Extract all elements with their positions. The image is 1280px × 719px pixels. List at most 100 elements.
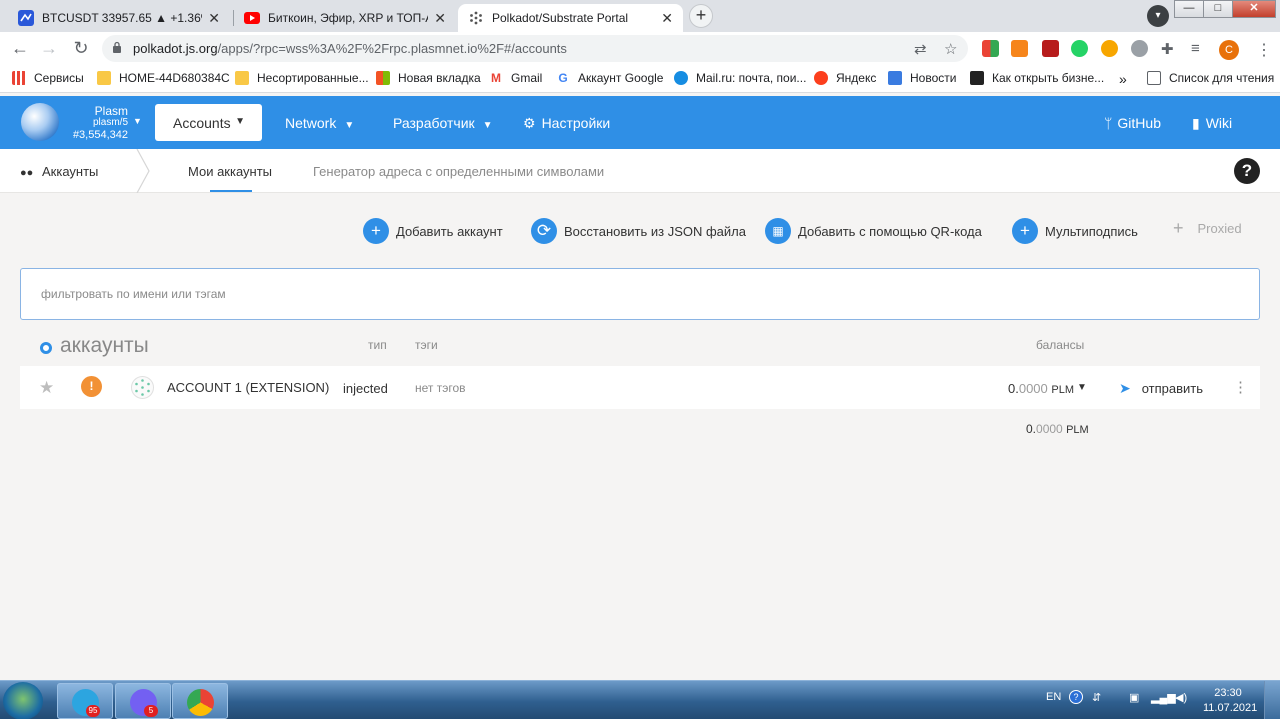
- tab-search-icon[interactable]: ▾: [1147, 5, 1169, 27]
- bookmark-yandex[interactable]: Яндекс: [814, 71, 876, 85]
- incognito-ext-icon[interactable]: [1131, 40, 1148, 57]
- taskbar-chrome[interactable]: [172, 683, 228, 719]
- tab-my-accounts[interactable]: Мои аккаунты: [188, 164, 272, 179]
- bitcoin-ext-icon[interactable]: [1101, 40, 1118, 57]
- forward-arrow-icon[interactable]: →: [38, 38, 60, 59]
- language-indicator[interactable]: EN: [1046, 691, 1061, 703]
- caret-down-icon: ▼: [235, 116, 245, 127]
- chain-spec: plasm/5: [92, 117, 128, 128]
- restore-json-button[interactable]: ⟳ Восстановить из JSON файла: [531, 218, 746, 244]
- bookmarks-overflow-icon[interactable]: »: [1119, 71, 1127, 87]
- row-menu-icon[interactable]: ⋮: [1233, 378, 1248, 396]
- help-tray-icon[interactable]: ?: [1069, 690, 1083, 704]
- bookmark-label: Новая вкладка: [398, 71, 481, 85]
- tab-btcusdt[interactable]: BTCUSDT 33957.65 ▲ +1.36% Be ✕: [8, 4, 230, 32]
- signal-icon[interactable]: ▂▄▆: [1151, 691, 1176, 704]
- nav-developer[interactable]: Разработчик ▼: [393, 115, 493, 131]
- tab-polkadot[interactable]: Polkadot/Substrate Portal ✕: [458, 4, 683, 32]
- whatsapp-icon[interactable]: [1071, 40, 1088, 57]
- multisig-button[interactable]: + Мультиподпись: [1012, 218, 1138, 244]
- nav-developer-label: Разработчик: [393, 115, 475, 131]
- extensions-puzzle-icon[interactable]: ✚: [1161, 40, 1178, 58]
- nav-network[interactable]: Network ▼: [285, 115, 354, 131]
- favorite-star-icon[interactable]: ★: [39, 378, 54, 398]
- polkadot-icon: [468, 10, 484, 26]
- gmail-icon: M: [491, 71, 501, 85]
- folder-icon: [235, 71, 249, 85]
- send-button[interactable]: ➤ отправить: [1119, 380, 1203, 397]
- extension-windows-icon[interactable]: [982, 40, 999, 57]
- translate-icon[interactable]: ⇄: [914, 40, 927, 58]
- add-account-button[interactable]: + Добавить аккаунт: [363, 218, 503, 244]
- proxied-label: Proxied: [1197, 221, 1242, 236]
- reading-list-icon: [1147, 71, 1161, 85]
- reload-icon[interactable]: ↻: [70, 38, 92, 59]
- bookmark-business[interactable]: Как открыть бизне...: [970, 71, 1104, 85]
- chain-selector[interactable]: Plasm plasm/5 #3,554,342: [66, 105, 128, 141]
- nav-wiki[interactable]: ▮ Wiki: [1192, 115, 1232, 132]
- tab-vanity-generator[interactable]: Генератор адреса с определенными символа…: [313, 164, 604, 179]
- nav-accounts[interactable]: Accounts ▼: [155, 104, 262, 141]
- add-qr-button[interactable]: ▦ Добавить с помощью QR-кода: [765, 218, 982, 244]
- bookmark-google-account[interactable]: G Аккаунт Google: [556, 71, 663, 85]
- app-header: Plasm plasm/5 #3,554,342 ▼ Accounts ▼ Ne…: [0, 96, 1280, 149]
- close-window-button[interactable]: ✕: [1232, 0, 1276, 18]
- book-icon: ▮: [1192, 115, 1200, 131]
- tray-overflow-icon[interactable]: ⇵: [1092, 691, 1101, 704]
- reading-list-label: Список для чтения: [1169, 71, 1275, 85]
- apps-grid-icon: [12, 71, 26, 85]
- reading-list[interactable]: Список для чтения: [1147, 71, 1274, 85]
- bookmark-newtab[interactable]: Новая вкладка: [376, 71, 481, 85]
- windows-taskbar: 95 5 EN ? ⇵ ▣ ▂▄▆ ◀) 23:30 11.07.2021: [0, 680, 1280, 719]
- nav-github[interactable]: ᛘ GitHub: [1104, 115, 1161, 131]
- profile-avatar[interactable]: C: [1219, 40, 1239, 60]
- ublock-icon[interactable]: [1042, 40, 1059, 57]
- back-arrow-icon[interactable]: ←: [9, 38, 31, 59]
- taskbar-telegram[interactable]: 95: [57, 683, 113, 719]
- bookmark-6-icon: [970, 71, 984, 85]
- help-icon[interactable]: ?: [1234, 158, 1260, 184]
- address-bar[interactable]: polkadot.js.org/apps/?rpc=wss%3A%2F%2Frp…: [102, 35, 968, 62]
- balance-expand-icon[interactable]: ▼: [1077, 382, 1087, 393]
- minimize-button[interactable]: —: [1174, 0, 1204, 18]
- filter-input[interactable]: [20, 268, 1260, 320]
- bookmark-home[interactable]: HOME-44D680384C: [97, 71, 230, 85]
- maximize-button[interactable]: □: [1203, 0, 1233, 18]
- google-icon: G: [558, 71, 568, 85]
- chain-caret-icon[interactable]: ▼: [133, 116, 142, 126]
- menu-dots-icon[interactable]: ⋮: [1256, 40, 1272, 60]
- caret-down-icon: ▼: [344, 120, 355, 131]
- windows-icon: [376, 71, 390, 85]
- clock[interactable]: 23:30 11.07.2021: [1203, 686, 1257, 716]
- show-desktop-button[interactable]: [1264, 681, 1280, 719]
- identicon[interactable]: [131, 376, 154, 399]
- column-balances: балансы: [1036, 338, 1085, 352]
- code-branch-icon: ᛘ: [1104, 115, 1113, 131]
- new-tab-button[interactable]: +: [689, 4, 713, 28]
- network-device-icon[interactable]: ▣: [1129, 691, 1139, 704]
- bookmark-services[interactable]: Сервисы: [12, 71, 84, 85]
- tab-title: Биткоин, Эфир, XRP и ТОП-Аль: [268, 11, 428, 25]
- bookmark-mailru[interactable]: Mail.ru: почта, пои...: [674, 71, 806, 85]
- chain-logo-icon[interactable]: [21, 103, 59, 141]
- gears-icon: ⚙: [523, 115, 536, 131]
- bookmark-star-icon[interactable]: ☆: [944, 40, 957, 58]
- tab-title: BTCUSDT 33957.65 ▲ +1.36% Be: [42, 11, 202, 25]
- start-button[interactable]: [3, 682, 43, 719]
- account-name: ACCOUNT 1 (EXTENSION): [167, 380, 330, 395]
- taskbar-viber[interactable]: 5: [115, 683, 171, 719]
- tab-close-icon[interactable]: ✕: [208, 10, 220, 27]
- tab-close-icon[interactable]: ✕: [434, 10, 446, 27]
- breadcrumb-label: Аккаунты: [42, 164, 99, 179]
- bookmark-unsorted[interactable]: Несортированные...: [235, 71, 369, 85]
- bookmark-news[interactable]: Новости: [888, 71, 956, 85]
- table-row[interactable]: ★ ! ACCOUNT 1 (EXTENSION) injected нет т…: [20, 366, 1260, 409]
- playlist-icon[interactable]: ≡: [1191, 40, 1208, 57]
- bookmark-gmail[interactable]: M Gmail: [489, 71, 542, 85]
- volume-icon[interactable]: ◀): [1175, 691, 1187, 704]
- proxied-button[interactable]: + Proxied: [1173, 218, 1242, 239]
- tab-youtube[interactable]: Биткоин, Эфир, XRP и ТОП-Аль ✕: [234, 4, 456, 32]
- metamask-icon[interactable]: [1011, 40, 1028, 57]
- nav-settings[interactable]: ⚙ Настройки: [523, 115, 610, 132]
- tab-close-icon[interactable]: ✕: [661, 10, 673, 27]
